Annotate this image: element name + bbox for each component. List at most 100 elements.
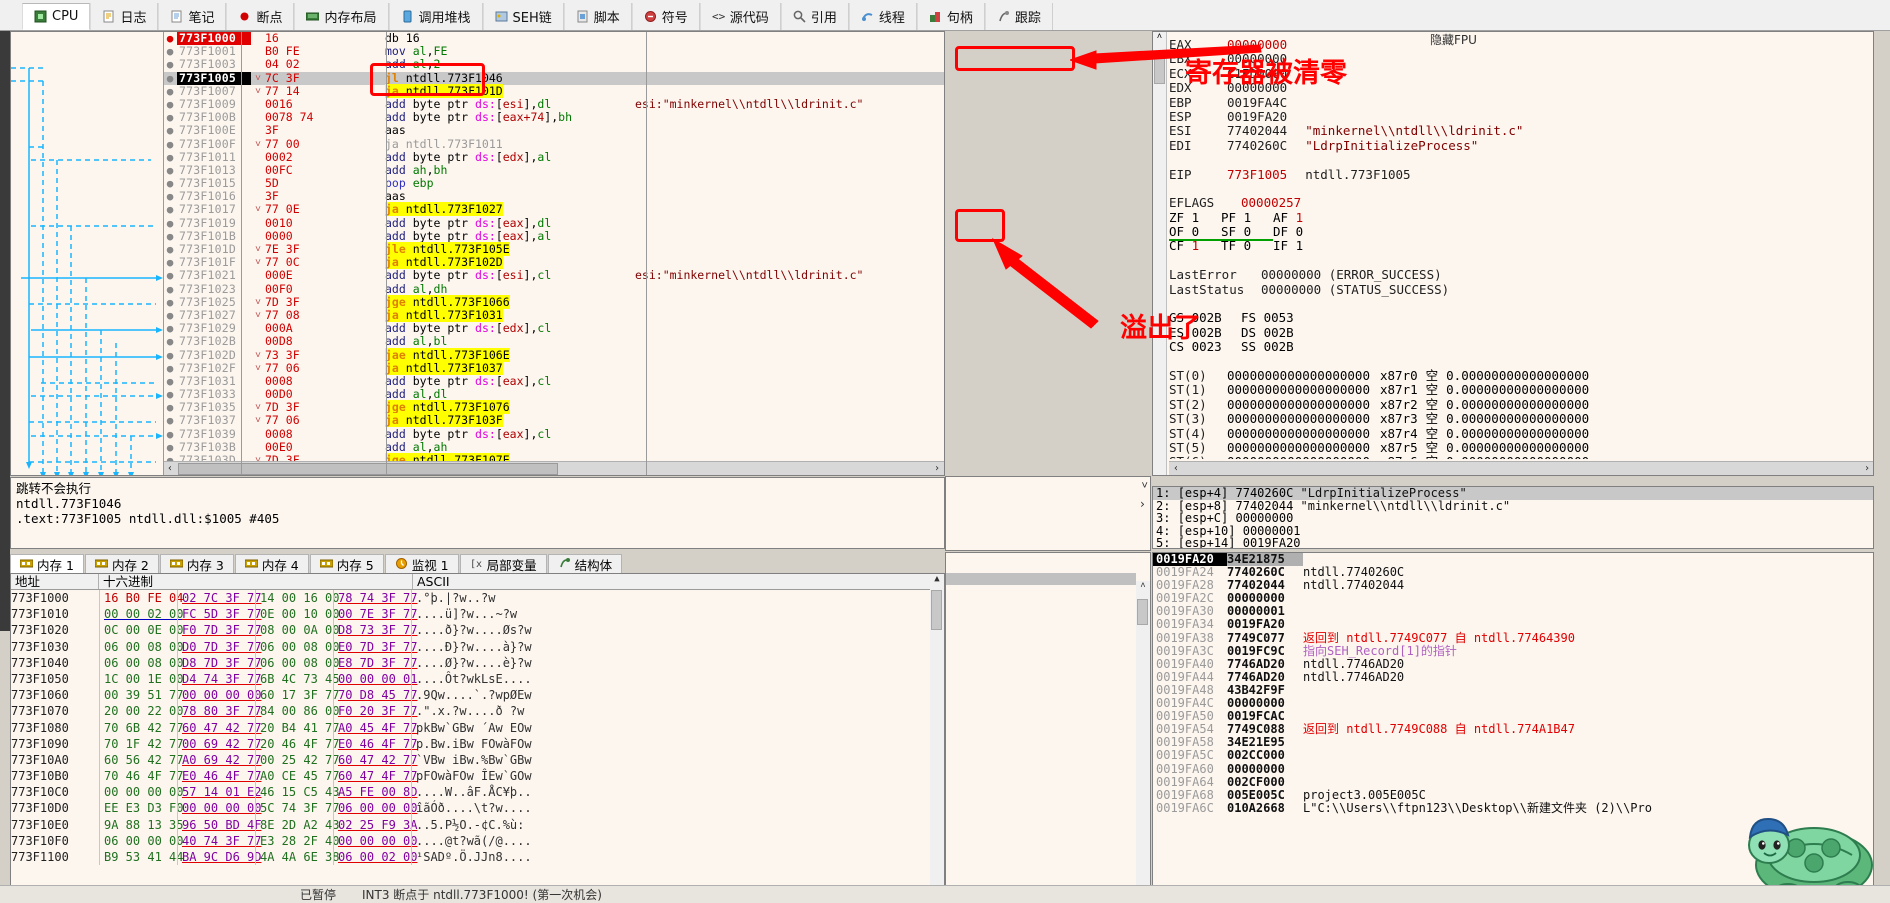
breakpoint-slot-icon[interactable]: ● [163,269,177,282]
memory-tab-3[interactable]: 内存 3 [159,554,234,574]
register-value[interactable]: 00000000 [1227,38,1287,52]
dump-row[interactable]: 773F10F0 06 00 00 00 40 74 3F 77 E3 28 2F 4… [11,832,944,849]
breakpoint-slot-icon[interactable]: ● [163,58,177,71]
disasm-row[interactable]: ● 773F1007 ˅ 77 14 ja ntdll.773F101D [163,83,944,98]
breakpoint-slot-icon[interactable]: ● [163,428,177,441]
dump-row[interactable]: 773F1030 06 00 08 00 D0 7D 3F 77 06 00 08 0… [11,638,944,655]
toolbar-tab-breakpoint[interactable]: 断点 [226,3,295,30]
memory-tab-4[interactable]: 内存 4 [234,554,309,574]
disasm-row[interactable]: ● 773F1015 5D pop ebp [163,176,944,190]
disasm-row[interactable]: ● 773F102F ˅ 77 06 ja ntdll.773F1037 [163,360,944,375]
memory-tab-1[interactable]: 内存 1 [10,554,84,574]
stack-value[interactable]: 0019FA20 [1227,618,1303,631]
stack-row[interactable]: 0019FA3C 0019FC9C 指向SEH_Record[1]的指针 [1153,644,1873,658]
memory-tab-8[interactable]: 结构体 [547,554,623,574]
register-row[interactable]: ST(1) 0000000000000000000 x87r1 空 0.00000000… [1169,382,1873,397]
argument-row[interactable]: 5: [esp+14] 0019FA20 [1153,537,1873,548]
stack-row[interactable]: 0019FA38 7749C077 返回到 ntdll.7749C077 自 ntd… [1153,631,1873,645]
stack-row[interactable]: 0019FA64 002CF000 [1153,775,1873,789]
reg-scroll-up-icon[interactable]: ˄ [1153,32,1166,46]
dump-row[interactable]: 773F10A0 60 56 42 77 A0 69 42 77 00 25 42 7… [11,751,944,769]
memory-dump-panel[interactable]: 地址 十六进制 ASCII 773F1000 16 B0 FE 04 02 7C 3… [10,573,945,903]
register-value[interactable]: 0019FA4C [1227,95,1287,110]
dump-row[interactable]: 773F1010 00 00 02 00 FC 5D 3F 77 0E 00 10 0… [11,606,944,623]
flag-af[interactable]: AF 1 [1273,210,1325,225]
breakpoint-slot-icon[interactable]: ● [163,256,177,269]
stack-rows[interactable]: 0019FA20 34E21875 0019FA24 7740260C ntdll.77… [1153,553,1873,815]
breakpoint-slot-icon[interactable]: ● [163,441,177,454]
eflags-value[interactable]: 00000257 [1241,195,1301,210]
toolbar-tab-trace[interactable]: 跟踪 [984,3,1053,30]
toolbar-tab-symbols[interactable]: 符号 [631,3,700,30]
disasm-row[interactable]: ● 773F100F ˅ 77 00 ja ntdll.773F1011 [163,137,944,151]
dump-col-ascii[interactable]: ASCII [413,574,944,589]
disasm-hscrollbar[interactable]: ‹ › [163,461,944,475]
toolbar-tab-cpu[interactable]: CPU [22,3,91,30]
stack-value[interactable]: 7746AD20 [1227,670,1303,684]
breakpoint-slot-icon[interactable]: ● [163,454,177,461]
register-row[interactable]: CF 1 TF 0 IF 1 [1169,239,1873,253]
disasm-row[interactable]: ● 773F1017 ˅ 77 0E ja ntdll.773F1027 [163,202,944,217]
scroll-left-icon[interactable]: ‹ [163,463,177,474]
disasm-row[interactable]: ● 773F1023 00F0 add al,dh [163,282,944,296]
disasm-row[interactable]: ● 773F1013 00FC add ah,bh [163,163,944,177]
disasm-row[interactable]: ● 773F1039 0008 add byte ptr ds:[eax],cl [163,427,944,441]
dump-vscrollbar[interactable]: ▲ ▼ [930,574,944,902]
breakpoint-slot-icon[interactable]: ● [163,375,177,388]
registers-list[interactable]: EAX 00000000 EBX 00000000 ECX C1ED0000 EDX 0000… [1169,38,1873,459]
register-value[interactable]: 0019FA20 [1227,109,1287,124]
secondary-scroll-thumb[interactable] [1137,599,1148,625]
stack-value[interactable]: 005E005C [1227,788,1303,802]
stack-row[interactable]: 0019FA5C 002CC000 [1153,749,1873,762]
stack-row[interactable]: 0019FA34 0019FA20 [1153,618,1873,631]
memory-tab-5[interactable]: 内存 5 [309,554,384,574]
stack-value[interactable]: 7746AD20 [1227,657,1303,671]
flag-tf[interactable]: TF 0 [1221,239,1273,253]
breakpoint-slot-icon[interactable]: ● [163,151,177,164]
toolbar-tab-notes[interactable]: 笔记 [158,3,227,30]
disasm-row[interactable]: ● 773F1003 04 02 add al,2 [163,58,944,72]
flag-df[interactable]: DF 0 [1273,224,1325,239]
register-row[interactable]: EFLAGS 00000257 [1169,195,1873,210]
breakpoint-slot-icon[interactable]: ● [163,72,177,85]
registers-panel[interactable]: ˄ EAX 00000000 EBX 00000000 ECX C1ED0000 EDX 00… [1152,31,1874,476]
disasm-row[interactable]: ● 773F1021 000E add byte ptr ds:[esi],cl esi… [163,269,944,283]
disasm-row[interactable]: ● 773F1005 ˅ 7C 3F jl ntdll.773F1046 [163,71,944,85]
dump-row[interactable]: 773F1050 1C 00 1E 00 D4 74 3F 77 6B 4C 73 4… [11,670,944,688]
disassembly-rows[interactable]: ● 773F1000 16 db 16 ● 773F1001 B0 FE mov al,FE ●… [163,32,944,461]
breakpoint-slot-icon[interactable]: ● [163,190,177,203]
reg-scroll-right-icon[interactable]: › [1860,463,1873,474]
dump-row[interactable]: 773F1060 00 39 51 77 00 00 00 00 60 17 3F 7… [11,687,944,704]
stack-row[interactable]: 0019FA40 7746AD20 ntdll.7746AD20 [1153,657,1873,671]
disasm-row[interactable]: ● 773F103D ˅ 7D 3F jge ntdll.773F107E [163,453,944,461]
stack-value[interactable]: 7749C077 [1227,631,1303,645]
flag-zf[interactable]: ZF 1 [1169,210,1221,225]
reg-hscrollbar[interactable]: ‹ › [1169,461,1873,475]
breakpoint-slot-icon[interactable]: ● [163,322,177,335]
disasm-scroll-thumb[interactable] [178,462,558,475]
stack-value[interactable]: 0019FC9C [1227,644,1303,658]
breakpoint-slot-icon[interactable]: ● [163,283,177,296]
registers-vscrollbar[interactable]: ˄ [1153,32,1167,475]
toolbar-tab-threads[interactable]: 线程 [848,3,917,30]
reg-scroll-left-icon[interactable]: ‹ [1169,463,1183,474]
secondary-pane-vscrollbar[interactable]: ˄ [1136,581,1150,902]
stack-row[interactable]: 0019FA44 7746AD20 ntdll.7746AD20 [1153,670,1873,684]
register-row[interactable]: EBP 0019FA4C [1169,95,1873,110]
disassembly-panel[interactable]: ● 773F1000 16 db 16 ● 773F1001 B0 FE mov al,FE ●… [10,31,945,476]
register-row[interactable]: ZF 1 PF 1 AF 1 [1169,210,1873,225]
flag-cf[interactable]: CF 1 [1169,239,1221,253]
toolbar-tab-references[interactable]: 引用 [780,3,849,30]
register-row[interactable]: OF 0 SF 0 DF 0 [1169,224,1873,242]
eip-value[interactable]: 773F1005 [1227,167,1287,182]
reg-scroll-thumb[interactable] [1154,56,1165,84]
breakpoint-slot-icon[interactable]: ● [163,309,177,322]
register-row[interactable]: ST(3) 0000000000000000000 x87r3 空 0.00000000… [1169,411,1873,426]
dump-row[interactable]: 773F10C0 00 00 00 00 57 14 01 E2 46 15 C5 4… [11,784,944,801]
toolbar-tab-source[interactable]: <> 源代码 [699,3,781,30]
register-row[interactable]: ES 002B DS 002B [1169,325,1873,340]
argument-rows[interactable]: 1: [esp+4] 7740260C "LdrpInitializeProce… [1153,487,1873,548]
flag-if[interactable]: IF 1 [1273,239,1325,253]
dump-row[interactable]: 773F1020 0C 00 0E 00 F0 7D 3F 77 08 00 0A 0… [11,622,944,639]
breakpoint-slot-icon[interactable]: ● [163,362,177,375]
